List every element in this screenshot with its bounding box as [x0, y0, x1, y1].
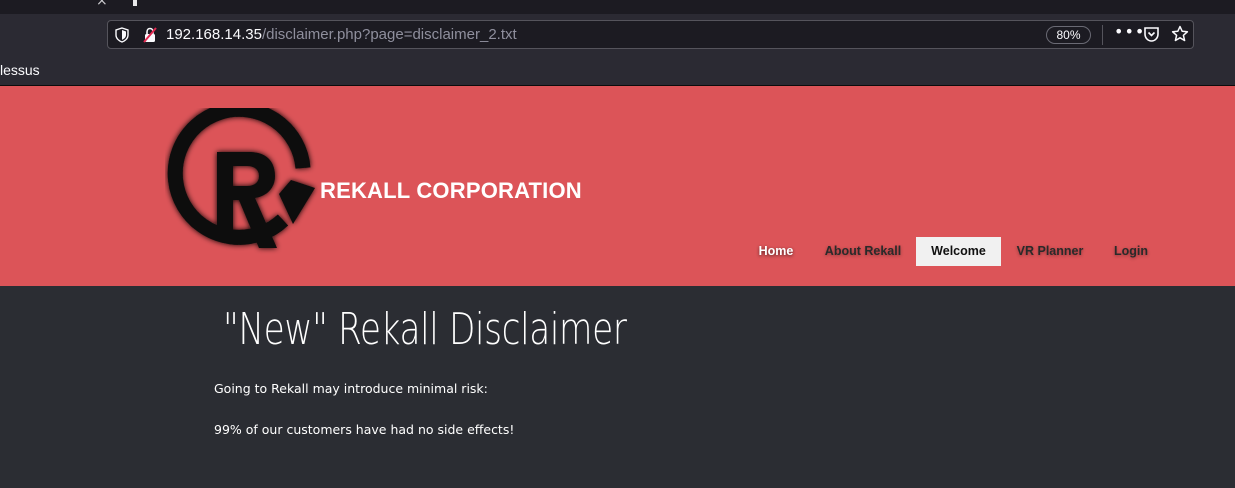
browser-toolbar: 192.168.14.35/disclaimer.php?page=discla…	[0, 14, 1235, 56]
disclaimer-paragraph: 99% of our customers have had no side ef…	[214, 422, 515, 437]
nav-login[interactable]: Login	[1108, 237, 1154, 266]
zoom-level-badge[interactable]: 80%	[1046, 26, 1091, 44]
tracking-shield-icon[interactable]	[115, 27, 129, 43]
main-content: "New" Rekall Disclaimer Going to Rekall …	[0, 286, 1235, 488]
nav-about-rekall[interactable]: About Rekall	[820, 237, 906, 266]
tab-title-fragment[interactable]	[133, 0, 137, 6]
url-host: 192.168.14.35	[166, 26, 262, 43]
rekall-logo-icon[interactable]	[165, 108, 325, 260]
pocket-icon[interactable]	[1143, 26, 1160, 43]
page-actions-more-icon[interactable]: •••	[1114, 22, 1145, 41]
address-bar[interactable]: 192.168.14.35/disclaimer.php?page=discla…	[107, 20, 1194, 49]
nav-home[interactable]: Home	[750, 237, 802, 266]
bookmark-nessus[interactable]: lessus	[0, 62, 40, 78]
urlbar-separator	[1102, 25, 1103, 45]
insecure-lock-icon[interactable]	[143, 27, 157, 43]
page-title: "New" Rekall Disclaimer	[223, 304, 627, 355]
nav-welcome[interactable]: Welcome	[916, 237, 1001, 266]
nav-vr-planner[interactable]: VR Planner	[1012, 237, 1088, 266]
url-path: /disclaimer.php?page=disclaimer_2.txt	[261, 26, 517, 43]
disclaimer-paragraph: Going to Rekall may introduce minimal ri…	[214, 381, 488, 396]
bookmarks-toolbar: lessus	[0, 56, 1235, 86]
tab-strip: ×	[0, 0, 1235, 14]
url-text[interactable]: 192.168.14.35/disclaimer.php?page=discla…	[166, 26, 517, 43]
bookmark-star-icon[interactable]	[1171, 25, 1189, 43]
site-header: REKALL CORPORATION Home About Rekall Wel…	[0, 86, 1235, 286]
brand-name[interactable]: REKALL CORPORATION	[320, 178, 582, 204]
tab-close-icon[interactable]: ×	[96, 0, 108, 8]
